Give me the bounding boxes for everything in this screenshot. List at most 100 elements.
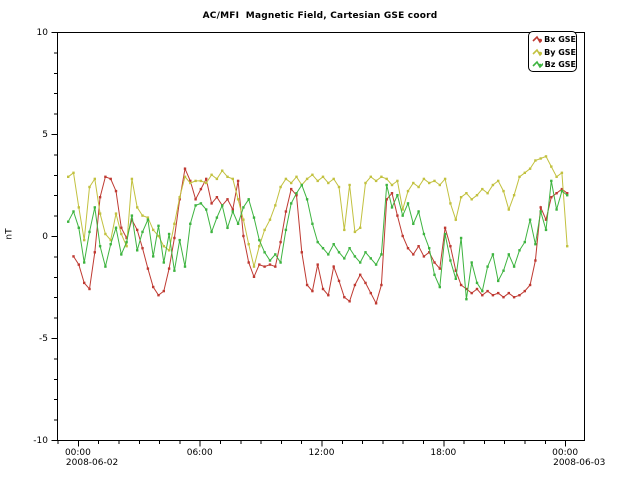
- series-marker-bz-gse: [205, 208, 207, 210]
- series-marker-by-gse: [200, 180, 202, 182]
- series-marker-by-gse: [359, 227, 361, 229]
- series-marker-by-gse: [237, 198, 239, 200]
- legend-marker-icon: [532, 35, 542, 44]
- series-marker-bz-gse: [88, 231, 90, 233]
- series-marker-by-gse: [396, 180, 398, 182]
- series-marker-by-gse: [78, 206, 80, 208]
- x-date-label: 2008-06-03: [553, 458, 605, 468]
- series-marker-bz-gse: [295, 192, 297, 194]
- series-marker-by-gse: [72, 172, 74, 174]
- series-marker-by-gse: [460, 196, 462, 198]
- y-tick-label: 0: [42, 232, 48, 242]
- series-marker-by-gse: [184, 176, 186, 178]
- series-marker-bx-gse: [258, 263, 260, 265]
- series-marker-bx-gse: [529, 284, 531, 286]
- series-marker-bz-gse: [455, 278, 457, 280]
- series-marker-bx-gse: [359, 274, 361, 276]
- series-marker-by-gse: [327, 182, 329, 184]
- series-marker-by-gse: [295, 176, 297, 178]
- series-marker-bz-gse: [343, 257, 345, 259]
- series-marker-bx-gse: [78, 263, 80, 265]
- series-marker-by-gse: [322, 176, 324, 178]
- series-marker-by-gse: [67, 176, 69, 178]
- series-marker-by-gse: [274, 204, 276, 206]
- series-marker-bz-gse: [364, 251, 366, 253]
- series-marker-bz-gse: [232, 210, 234, 212]
- series-marker-bx-gse: [375, 302, 377, 304]
- series-marker-by-gse: [492, 184, 494, 186]
- series-marker-bx-gse: [115, 190, 117, 192]
- series-marker-bx-gse: [253, 276, 255, 278]
- series-marker-bz-gse: [221, 204, 223, 206]
- series-marker-by-gse: [94, 178, 96, 180]
- series-marker-bz-gse: [529, 219, 531, 221]
- series-marker-bx-gse: [364, 282, 366, 284]
- series-marker-bx-gse: [200, 188, 202, 190]
- series-marker-by-gse: [486, 192, 488, 194]
- y-tick-label: -5: [39, 334, 48, 344]
- legend-label-bx-gse: Bx GSE: [544, 35, 576, 44]
- series-marker-bz-gse: [471, 261, 473, 263]
- series-marker-bx-gse: [540, 206, 542, 208]
- series-marker-by-gse: [380, 176, 382, 178]
- series-marker-bz-gse: [460, 237, 462, 239]
- series-marker-bx-gse: [83, 282, 85, 284]
- series-marker-bz-gse: [216, 216, 218, 218]
- series-marker-by-gse: [540, 157, 542, 159]
- series-marker-by-gse: [242, 219, 244, 221]
- series-marker-by-gse: [317, 180, 319, 182]
- series-marker-bx-gse: [481, 294, 483, 296]
- series-marker-bx-gse: [555, 192, 557, 194]
- series-marker-by-gse: [311, 174, 313, 176]
- series-marker-bz-gse: [561, 190, 563, 192]
- series-marker-bx-gse: [380, 284, 382, 286]
- series-marker-by-gse: [508, 208, 510, 210]
- series-marker-bx-gse: [216, 196, 218, 198]
- series-marker-bx-gse: [88, 288, 90, 290]
- legend: Bx GSEBy GSEBz GSE: [528, 31, 577, 72]
- series-marker-bx-gse: [99, 196, 101, 198]
- series-marker-bz-gse: [386, 184, 388, 186]
- series-marker-by-gse: [524, 172, 526, 174]
- series-marker-bx-gse: [497, 292, 499, 294]
- series-marker-bz-gse: [131, 214, 133, 216]
- series-marker-bx-gse: [550, 196, 552, 198]
- series-marker-bx-gse: [242, 235, 244, 237]
- series-marker-by-gse: [152, 229, 154, 231]
- series-marker-bz-gse: [136, 249, 138, 251]
- series-marker-bz-gse: [179, 239, 181, 241]
- series-marker-by-gse: [141, 214, 143, 216]
- series-marker-by-gse: [555, 176, 557, 178]
- series-marker-by-gse: [88, 186, 90, 188]
- series-marker-by-gse: [497, 180, 499, 182]
- series-marker-bz-gse: [476, 282, 478, 284]
- series-marker-bx-gse: [486, 290, 488, 292]
- series-marker-by-gse: [566, 245, 568, 247]
- plot-area: -10-5051000:002008-06-0206:0012:0018:000…: [0, 0, 640, 480]
- series-marker-by-gse: [370, 176, 372, 178]
- series-marker-bz-gse: [210, 231, 212, 233]
- series-marker-bz-gse: [423, 233, 425, 235]
- series-marker-bx-gse: [226, 198, 228, 200]
- series-marker-bz-gse: [407, 202, 409, 204]
- series-marker-by-gse: [354, 231, 356, 233]
- series-marker-by-gse: [333, 178, 335, 180]
- series-marker-by-gse: [444, 178, 446, 180]
- series-marker-bz-gse: [94, 206, 96, 208]
- series-marker-bz-gse: [555, 208, 557, 210]
- series-marker-by-gse: [269, 219, 271, 221]
- series-marker-bz-gse: [545, 229, 547, 231]
- series-marker-by-gse: [545, 155, 547, 157]
- series-marker-bz-gse: [173, 270, 175, 272]
- series-marker-by-gse: [173, 223, 175, 225]
- series-marker-bx-gse: [518, 294, 520, 296]
- series-marker-bz-gse: [306, 198, 308, 200]
- series-marker-bx-gse: [423, 255, 425, 257]
- series-marker-bz-gse: [200, 202, 202, 204]
- series-marker-bz-gse: [449, 259, 451, 261]
- series-marker-by-gse: [120, 233, 122, 235]
- series-marker-bz-gse: [370, 257, 372, 259]
- series-marker-bz-gse: [375, 263, 377, 265]
- series-marker-bz-gse: [163, 261, 165, 263]
- series-marker-by-gse: [518, 176, 520, 178]
